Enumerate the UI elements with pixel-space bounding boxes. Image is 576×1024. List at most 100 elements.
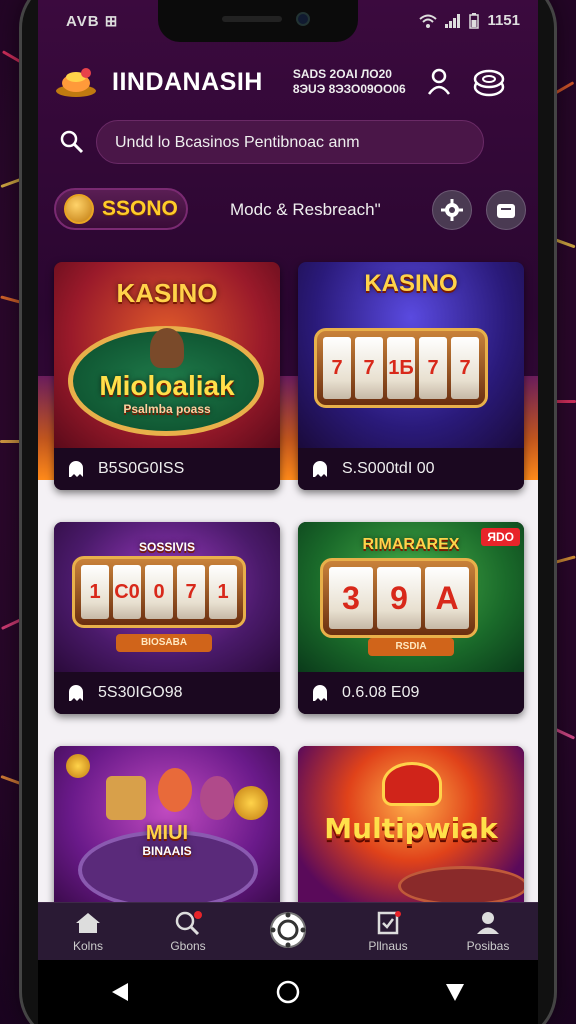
reel: 7 — [419, 337, 447, 399]
nav-profile[interactable]: Posibas — [443, 911, 533, 953]
card-meta-text: 5S30IGO98 — [98, 684, 183, 701]
settings-button[interactable] — [432, 190, 472, 230]
wifi-icon — [419, 14, 438, 28]
card-meta: 5S30IGO98 — [54, 672, 280, 714]
logo-icon[interactable] — [54, 65, 98, 99]
character-2 — [158, 768, 192, 812]
game-art-title: MIUI — [145, 822, 189, 844]
bottom-nav: Kolns Gbons Pllnaus Posibas — [38, 902, 538, 960]
roulette-wheel — [398, 866, 524, 906]
card-meta: B5S0G0ISS — [54, 448, 280, 490]
status-bar: AVB ⊞ 1151 — [66, 12, 520, 32]
game-card-3[interactable]: SOSSIVIS 1 C0 0 7 1 BIOSABA 5S30IGO98 — [54, 522, 280, 714]
slot-reels: 3 9 A — [320, 558, 478, 638]
ghost-icon — [69, 461, 83, 477]
balance-line-1: SADS 2OAI ЛO20 — [292, 67, 392, 81]
signal-icon — [445, 13, 461, 28]
recents-icon[interactable] — [444, 981, 466, 1003]
corner-badge: ЯDO — [481, 528, 520, 546]
game-art-title: KASINO — [364, 270, 458, 297]
app-title: IINDANASIH — [112, 67, 263, 96]
user-icon — [427, 68, 450, 95]
play-button[interactable]: RSDIA — [368, 638, 454, 656]
system-nav-bar — [38, 960, 538, 1024]
search-icon[interactable] — [60, 130, 84, 154]
nav-label: Pllnaus — [368, 938, 408, 953]
card-meta: S.S000tdI 00 — [298, 448, 524, 490]
card-meta: 0.6.08 E09 — [298, 672, 524, 714]
gear-icon — [441, 199, 463, 221]
game-card-6[interactable]: Multipwiak — [298, 746, 524, 906]
game-art-title: SOSSIVIS — [138, 540, 196, 554]
reel: 1 — [209, 565, 237, 619]
casino-pill-label: SSONO — [102, 197, 178, 220]
poker-chip-icon — [270, 911, 306, 948]
card-meta-text: B5S0G0ISS — [98, 460, 185, 477]
reel: 7 — [451, 337, 479, 399]
reel: 7 — [323, 337, 351, 399]
character-3 — [200, 776, 234, 820]
ghost-icon — [69, 685, 83, 701]
home-button-icon[interactable] — [275, 979, 301, 1005]
clock: 1151 — [487, 12, 520, 29]
game-art-sub2: Psalmba poass — [123, 402, 211, 416]
game-art: RIMARAREX ЯDO 3 9 A RSDIA — [298, 522, 524, 672]
nav-search[interactable]: Gbons — [143, 910, 233, 953]
game-card-1[interactable]: KASINO Mioloaliak Psalmba poass B5S0G0IS… — [54, 262, 280, 490]
status-left-text: AVB ⊞ — [66, 13, 119, 30]
game-art: KASINO 7 7 1Б 7 7 — [298, 262, 524, 448]
character-1 — [106, 776, 146, 820]
search-input[interactable]: Undd lo Bcasinos Pentibnoac anm — [96, 120, 484, 164]
checklist-icon — [377, 910, 401, 934]
wallet-button[interactable] — [486, 190, 526, 230]
game-art-sub: Mioloaliak — [99, 370, 235, 401]
battery-icon — [469, 12, 480, 29]
mascot — [150, 328, 184, 368]
game-art-title: Multipwiak — [324, 812, 498, 845]
nav-tasks[interactable]: Pllnaus — [343, 910, 433, 953]
nav-label: Kolns — [72, 938, 104, 953]
reel: 1 — [81, 565, 109, 619]
reel: 1Б — [387, 337, 415, 399]
treasure-dome — [382, 762, 442, 806]
profile-button[interactable] — [422, 65, 456, 99]
nav-home[interactable]: Kolns — [43, 911, 133, 953]
game-art: SOSSIVIS 1 C0 0 7 1 BIOSABA — [54, 522, 280, 672]
reel: 3 — [329, 567, 373, 629]
coin-icon — [234, 786, 268, 820]
reel: 0 — [145, 565, 173, 619]
reel: 7 — [355, 337, 383, 399]
ghost-icon — [313, 685, 327, 701]
game-card-5[interactable]: MIUI BINAAIS — [54, 746, 280, 906]
coin-icon — [66, 754, 90, 778]
balance-line-2: 8ЭUЭ 8ЭЗО09ОО06 — [292, 82, 406, 96]
slot-reels: 7 7 1Б 7 7 — [314, 328, 488, 408]
coin-icon — [64, 194, 94, 224]
nav-label: Gbons — [170, 938, 206, 953]
game-art-title: KASINO — [116, 278, 218, 308]
game-art: Multipwiak — [298, 746, 524, 906]
reel: 7 — [177, 565, 205, 619]
profile-icon — [477, 911, 499, 934]
balance-display: SADS 2OAI ЛO20 8ЭUЭ 8ЭЗО09ОО06 — [293, 67, 406, 97]
game-art-sub: BINAAIS — [142, 844, 192, 858]
app-screen: AVB ⊞ 1151 IINDANASIH SADS 2OAI ЛO20 8ЭU… — [38, 0, 538, 1024]
game-card-2[interactable]: KASINO 7 7 1Б 7 7 S.S000tdI 00 — [298, 262, 524, 490]
home-icon — [76, 912, 100, 933]
poker-chips-icon — [473, 69, 504, 97]
slot-reels: 1 C0 0 7 1 — [72, 556, 246, 628]
search-icon — [175, 910, 202, 935]
reel: A — [425, 567, 469, 629]
nav-chip[interactable] — [243, 911, 333, 953]
mode-label[interactable]: Modc & Resbreach" — [230, 200, 381, 220]
card-meta-text: 0.6.08 E09 — [342, 684, 420, 701]
game-art: MIUI BINAAIS — [54, 746, 280, 906]
casino-filter-pill[interactable]: SSONO — [54, 188, 188, 230]
game-card-4[interactable]: RIMARAREX ЯDO 3 9 A RSDIA 0.6.08 E09 — [298, 522, 524, 714]
wallet-icon — [497, 204, 515, 218]
status-right: 1151 — [419, 12, 520, 29]
play-button[interactable]: BIOSABA — [116, 634, 212, 652]
back-icon[interactable] — [110, 981, 132, 1003]
chips-button[interactable] — [472, 65, 506, 99]
nav-label: Posibas — [466, 938, 510, 953]
